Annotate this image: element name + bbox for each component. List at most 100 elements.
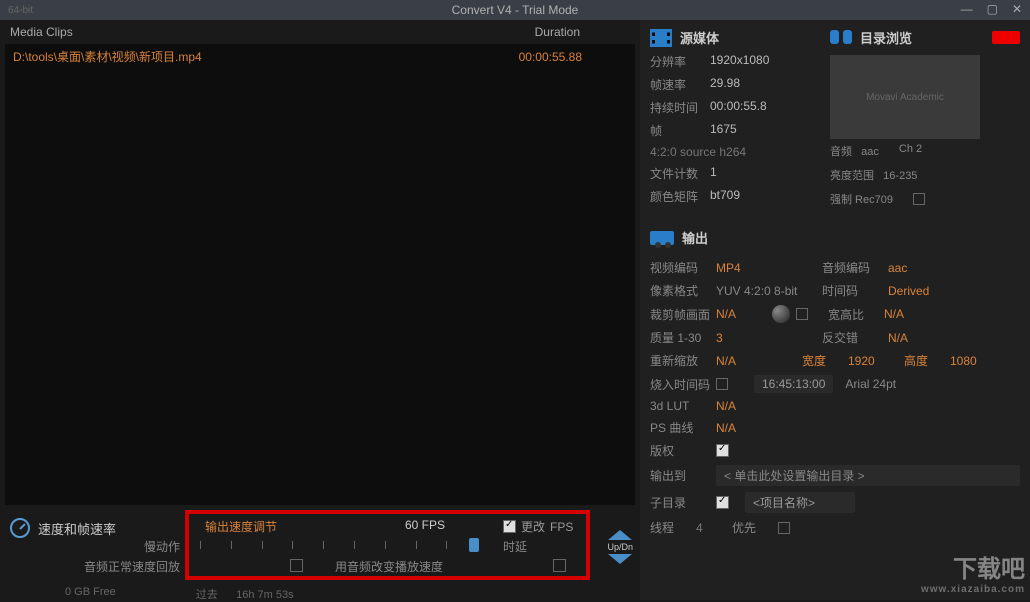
matrix-label: 颜色矩阵 — [650, 188, 710, 205]
ps-value[interactable]: N/A — [716, 421, 736, 435]
aspect-value[interactable]: N/A — [884, 307, 904, 321]
matrix-value: bt709 — [710, 188, 820, 205]
deinterlace-label: 反交错 — [822, 329, 882, 346]
timecode-label: 时间码 — [822, 282, 882, 299]
luma-value: 16-235 — [883, 170, 917, 182]
rescale-label: 重新缩放 — [650, 352, 710, 369]
vcodec-value[interactable]: MP4 — [716, 261, 816, 275]
crop-value[interactable]: N/A — [716, 307, 766, 321]
normal-speed-checkbox[interactable] — [290, 559, 303, 572]
subdir-value[interactable]: <项目名称> — [745, 492, 855, 513]
crop-label: 裁剪帧画面 — [650, 306, 710, 323]
output-speed-label: 输出速度调节 — [205, 518, 277, 535]
clips-header-media: Media Clips — [10, 25, 510, 39]
files-label: 文件计数 — [650, 165, 710, 182]
force-label: 强制 Rec709 — [830, 191, 893, 207]
height-label: 高度 — [904, 352, 944, 369]
priority-label: 优先 — [732, 519, 772, 536]
aspect-label: 宽高比 — [828, 306, 878, 323]
copyright-checkbox[interactable] — [716, 444, 729, 457]
outto-label: 输出到 — [650, 467, 710, 484]
res-value: 1920x1080 — [710, 53, 820, 70]
quality-label: 质量 1-30 — [650, 329, 710, 346]
clips-area[interactable]: D:\tools\桌面\素材\视频\新项目.mp4 00:00:55.88 — [5, 44, 635, 505]
maximize-button[interactable]: ▢ — [983, 2, 1002, 16]
frames-label: 帧 — [650, 122, 710, 139]
browse-title: 目录浏览 — [860, 28, 912, 47]
srcfps-value: 29.98 — [710, 76, 820, 93]
copyright-label: 版权 — [650, 442, 710, 459]
crop-checkbox[interactable] — [796, 308, 808, 320]
slow-label: 慢动作 — [105, 538, 180, 555]
up-button[interactable] — [608, 530, 632, 540]
minimize-button[interactable]: — — [957, 2, 977, 16]
delay-label: 时延 — [503, 538, 527, 555]
audio-label: 音频 — [830, 146, 852, 158]
tc-value[interactable]: 16:45:13:00 — [754, 375, 833, 393]
height-value[interactable]: 1080 — [950, 354, 977, 368]
luma-label: 亮度范围 — [830, 170, 874, 182]
elapsed-time: 16h 7m 53s — [236, 589, 293, 601]
down-button[interactable] — [608, 554, 632, 564]
close-button[interactable]: ✕ — [1008, 2, 1026, 16]
speed-slider[interactable] — [200, 538, 480, 552]
speed-icon — [10, 518, 30, 538]
source-title: 源媒体 — [680, 28, 719, 47]
pixfmt-label: 像素格式 — [650, 282, 710, 299]
clips-header-duration: Duration — [510, 25, 630, 39]
threads-value[interactable]: 4 — [696, 521, 726, 535]
deinterlace-value[interactable]: N/A — [888, 331, 908, 345]
timecode-value[interactable]: Derived — [888, 284, 929, 298]
acodec-value[interactable]: aac — [888, 261, 907, 275]
font-value[interactable]: Arial 24pt — [845, 377, 896, 391]
audio-value: aac — [861, 146, 879, 158]
source-media-icon — [650, 29, 672, 47]
burntc-label: 烧入时间码 — [650, 376, 710, 393]
rescale-value[interactable]: N/A — [716, 354, 766, 368]
frames-value: 1675 — [710, 122, 820, 139]
width-value[interactable]: 1920 — [848, 354, 888, 368]
srcdur-value: 00:00:55.8 — [710, 99, 820, 116]
browse-icon — [830, 30, 852, 46]
output-icon — [650, 231, 674, 245]
priority-checkbox[interactable] — [778, 522, 790, 534]
width-label: 宽度 — [802, 352, 842, 369]
subdir-label: 子目录 — [650, 494, 710, 511]
clip-row[interactable]: D:\tools\桌面\素材\视频\新项目.mp4 00:00:55.88 — [5, 44, 635, 69]
res-label: 分辨率 — [650, 53, 710, 70]
change-fps-checkbox[interactable] — [503, 520, 516, 533]
srcfps-label: 帧速率 — [650, 76, 710, 93]
burntc-checkbox[interactable] — [716, 378, 728, 390]
speed-title: 速度和帧速率 — [38, 519, 116, 538]
window-title: Convert V4 - Trial Mode — [452, 3, 579, 17]
force-rec709-checkbox[interactable] — [913, 193, 925, 205]
past-label: 过去 — [196, 589, 218, 601]
normal-label: 音频正常速度回放 — [65, 558, 180, 575]
vcodec-label: 视频编码 — [650, 259, 710, 276]
output-title: 输出 — [682, 228, 708, 247]
clip-path: D:\tools\桌面\素材\视频\新项目.mp4 — [13, 48, 507, 65]
outto-value[interactable]: < 单击此处设置输出目录 > — [716, 465, 1020, 486]
subdir-checkbox[interactable] — [716, 496, 729, 509]
lut-label: 3d LUT — [650, 399, 710, 413]
audio-speed-checkbox[interactable] — [553, 559, 566, 572]
audio-speed-label: 用音频改变播放速度 — [335, 558, 443, 575]
pixfmt-value: YUV 4:2:0 8-bit — [716, 284, 816, 298]
preview-thumbnail[interactable]: Movavi Academic — [830, 55, 980, 139]
srcdur-label: 持续时间 — [650, 99, 710, 116]
bitdepth-label: 64-bit — [8, 5, 33, 16]
updn-label: Up/Dn — [607, 542, 633, 552]
change-label: 更改 — [521, 518, 545, 535]
lut-value[interactable]: N/A — [716, 399, 736, 413]
fps-value: 60 FPS — [405, 518, 445, 532]
files-value: 1 — [710, 165, 820, 182]
crop-button[interactable] — [772, 305, 790, 323]
browse-indicator[interactable] — [992, 31, 1020, 44]
acodec-label: 音频编码 — [822, 259, 882, 276]
quality-value[interactable]: 3 — [716, 331, 816, 345]
speed-slider-thumb[interactable] — [469, 538, 479, 552]
fps-label: FPS — [550, 520, 573, 534]
format-value: 4:2:0 source h264 — [650, 145, 820, 159]
threads-label: 线程 — [650, 519, 690, 536]
ch-value: Ch 2 — [899, 143, 922, 159]
